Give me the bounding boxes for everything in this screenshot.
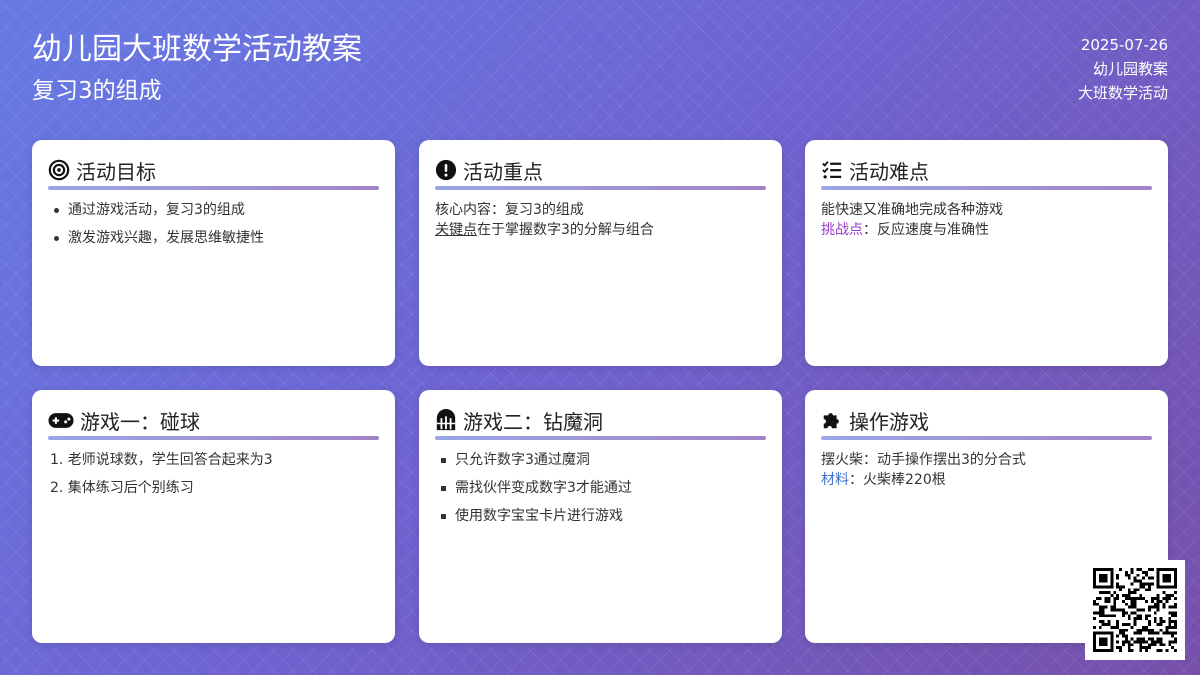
card-focus-title: 活动重点: [463, 159, 543, 184]
card-game1-title: 游戏一：碰球: [80, 409, 200, 434]
challenge-line: 挑战点：反应速度与准确性: [821, 220, 1152, 240]
page-header: 幼儿园大班数学活动教案 复习3的组成: [32, 30, 362, 108]
card-divider: [48, 436, 379, 440]
list-item: 2. 集体练习后个别练习: [50, 480, 194, 496]
card-goals: 活动目标 通过游戏活动，复习3的组成 激发游戏兴趣，发展思维敏捷性: [32, 140, 395, 366]
qr-code-icon: [1093, 568, 1177, 652]
gamepad-icon: [48, 409, 74, 431]
list-item: 通过游戏活动，复习3的组成: [54, 200, 379, 220]
gate-icon: [435, 409, 457, 431]
card-divider: [435, 436, 766, 440]
meta-info: 2025-07-26 幼儿园教案 大班数学活动: [1078, 33, 1168, 105]
list-item: 需找伙伴变成数字3才能通过: [439, 478, 766, 498]
card-difficulty: 活动难点 能快速又准确地完成各种游戏 挑战点：反应速度与准确性: [805, 140, 1168, 366]
challenge-label: 挑战点: [821, 222, 863, 238]
checklist-icon: [821, 159, 843, 181]
meta-line2: 大班数学活动: [1077, 84, 1168, 102]
operate-text: 摆火柴：动手操作摆出3的分合式: [821, 452, 1026, 468]
meta-line1: 幼儿园教案: [1092, 60, 1168, 78]
exclamation-icon: [435, 159, 457, 181]
card-difficulty-title: 活动难点: [849, 159, 929, 184]
difficulty-text: 能快速又准确地完成各种游戏: [821, 202, 1003, 218]
list-item: 激发游戏兴趣，发展思维敏捷性: [54, 228, 379, 248]
list-item: 1. 老师说球数，学生回答合起来为3: [50, 452, 273, 468]
puzzle-icon: [821, 409, 843, 431]
card-game1: 游戏一：碰球 1. 老师说球数，学生回答合起来为3 2. 集体练习后个别练习: [32, 390, 395, 643]
card-divider: [821, 186, 1152, 190]
card-divider: [48, 186, 379, 190]
card-divider: [821, 436, 1152, 440]
card-game2: 游戏二：钻魔洞 只允许数字3通过魔洞 需找伙伴变成数字3才能通过 使用数字宝宝卡…: [419, 390, 782, 643]
list-item: 使用数字宝宝卡片进行游戏: [439, 506, 766, 526]
material-text: ：火柴棒220根: [849, 472, 946, 488]
page-subtitle: 复习3的组成: [32, 78, 162, 104]
material-label: 材料: [821, 472, 849, 488]
card-game2-title: 游戏二：钻魔洞: [463, 409, 603, 434]
card-divider: [435, 186, 766, 190]
card-focus: 活动重点 核心内容：复习3的组成 关键点在于掌握数字3的分解与组合: [419, 140, 782, 366]
focus-key-line: 关键点在于掌握数字3的分解与组合: [435, 220, 766, 240]
focus-key-text: 在于掌握数字3的分解与组合: [477, 222, 654, 238]
challenge-text: ：反应速度与准确性: [863, 222, 989, 238]
focus-key-label: 关键点: [435, 222, 477, 238]
qr-code[interactable]: [1085, 560, 1185, 660]
card-operate-title: 操作游戏: [849, 409, 929, 434]
page-title: 幼儿园大班数学活动教案: [32, 32, 362, 67]
list-item: 只允许数字3通过魔洞: [439, 450, 766, 470]
card-goals-title: 活动目标: [76, 159, 156, 184]
target-icon: [48, 159, 70, 181]
material-line: 材料：火柴棒220根: [821, 470, 1152, 490]
meta-date: 2025-07-26: [1080, 36, 1168, 54]
focus-core-text: 核心内容：复习3的组成: [435, 202, 584, 218]
